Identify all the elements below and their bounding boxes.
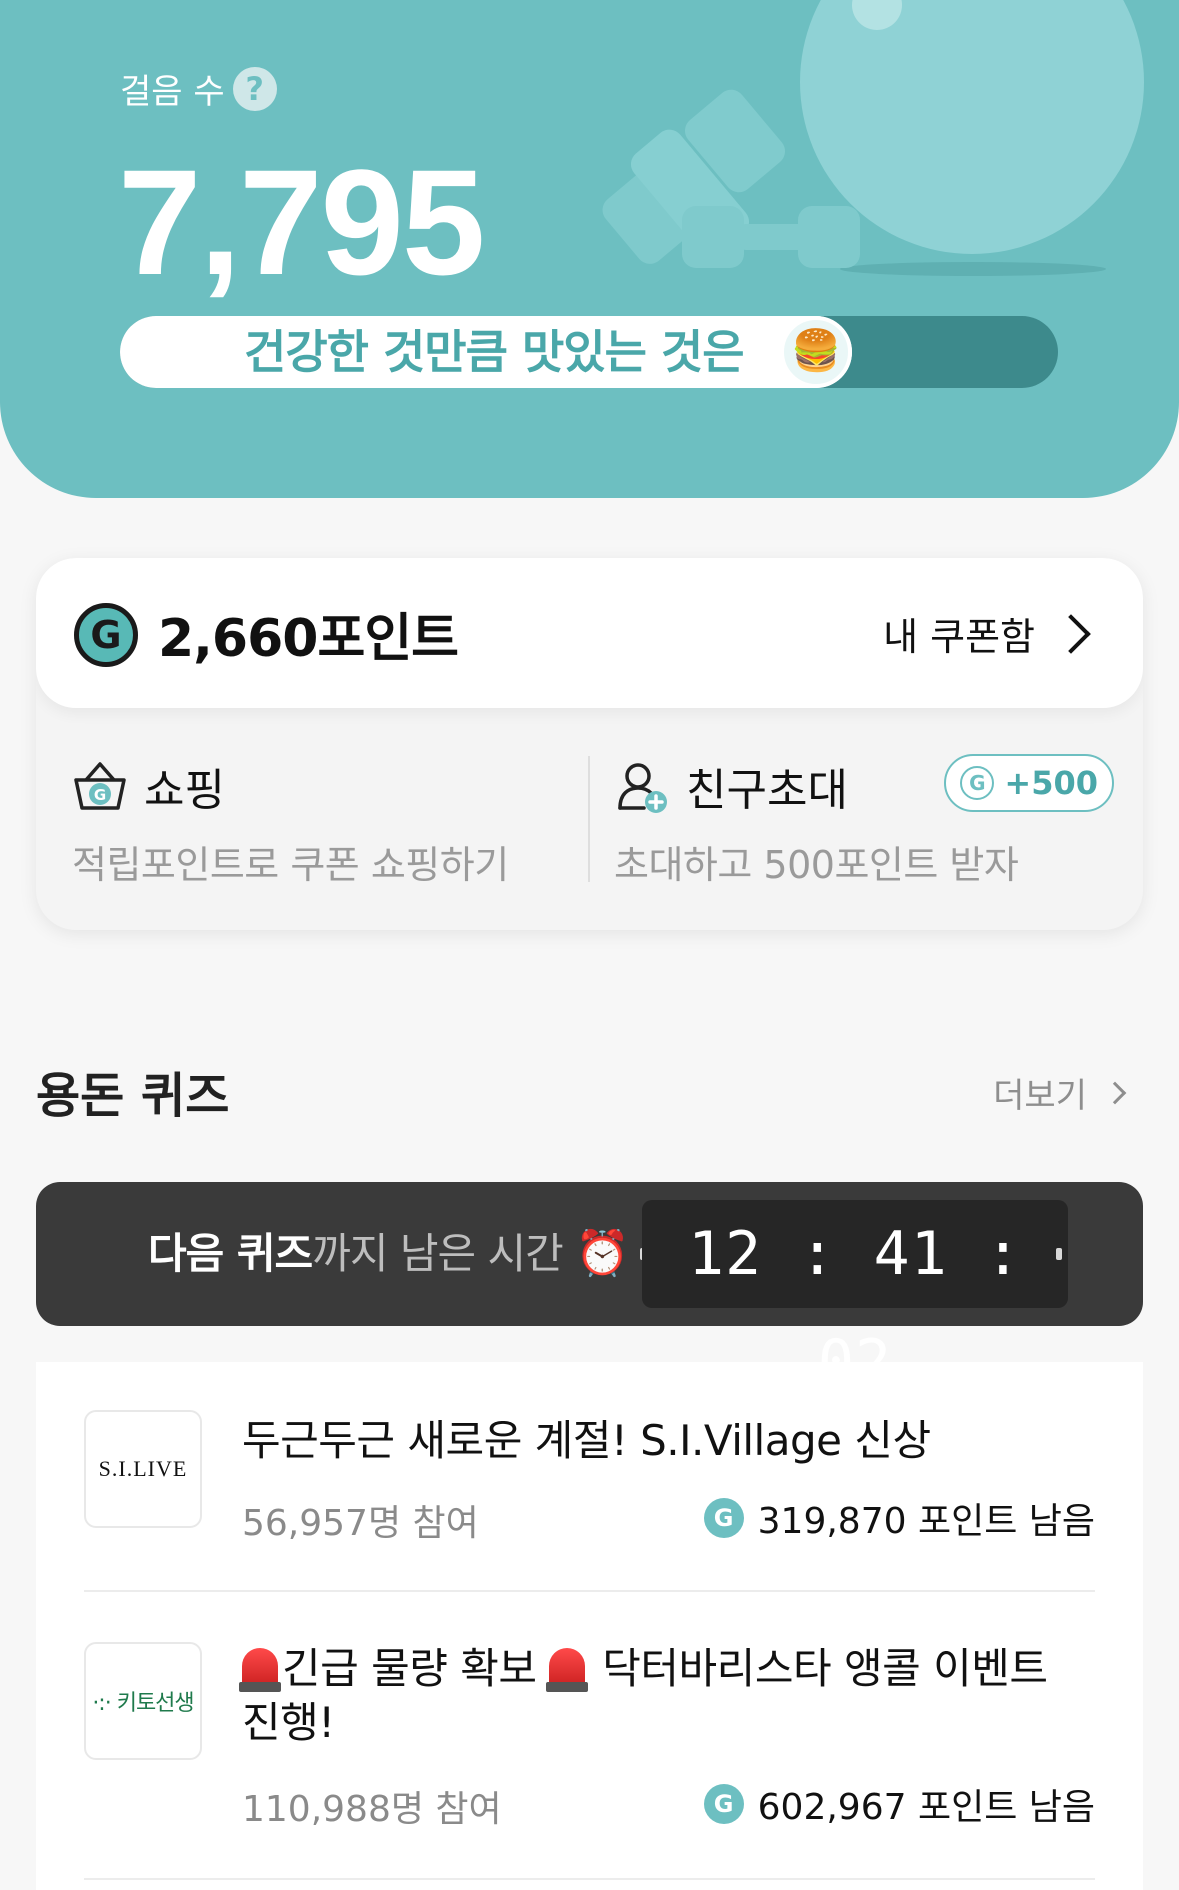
invite-subtitle: 초대하고 500포인트 받자 (614, 843, 1019, 887)
steps-label-text: 걸음 수 (120, 72, 225, 112)
g-coin-icon: G (74, 603, 138, 667)
participant-count: 56,957명 참여 (242, 1503, 479, 1544)
dumbbell-illustration (682, 206, 744, 268)
timer-caption: 다음 퀴즈까지 남은 시간 ⏰ (148, 1182, 630, 1326)
shopping-basket-icon: G (74, 762, 126, 810)
remaining-points-text: 319,870 포인트 남음 (757, 1501, 1095, 1542)
g-coin-icon: G (960, 766, 995, 800)
steps-count: 7,795 (118, 138, 485, 306)
quiz-title-part: 진행! (242, 1698, 335, 1747)
quiz-title-part: 긴급 물량 확보 (282, 1644, 537, 1693)
countdown-display: 12 : 41 : 02 (642, 1200, 1068, 1397)
timer-caption-bold: 다음 퀴즈 (148, 1229, 313, 1278)
invite-bonus-amount: +500 (1004, 764, 1098, 802)
chevron-right-icon (1051, 613, 1091, 654)
alarm-clock-icon: ⏰ (575, 1228, 630, 1279)
shopping-button[interactable]: G 쇼핑 적립포인트로 쿠폰 쇼핑하기 (72, 754, 592, 894)
quiz-list-item[interactable]: ·:· 키토선생 긴급 물량 확보 닥터바리스타 앵콜 이벤트 진행! 110,… (36, 1592, 1143, 1878)
help-icon[interactable]: ? (232, 66, 277, 111)
points-balance: 2,660포인트 (158, 609, 459, 669)
more-label: 더보기 (993, 1076, 1087, 1116)
quiz-title: 두근두근 새로운 계절! S.I.Village 신상 (242, 1416, 931, 1465)
remaining-points: G 602,967 포인트 남음 (703, 1778, 1095, 1830)
g-coin-icon: G (703, 1498, 744, 1538)
quiz-list: S.I.LIVE 두근두근 새로운 계절! S.I.Village 신상 56,… (36, 1362, 1143, 1890)
timer-caption-light: 까지 남은 시간 (312, 1229, 564, 1278)
brand-logo: S.I.LIVE (84, 1410, 202, 1528)
quiz-title-part: 닥터바리스타 앵콜 이벤트 (602, 1644, 1048, 1693)
quiz-title: 긴급 물량 확보 닥터바리스타 앵콜 이벤트 진행! (239, 1642, 1102, 1750)
brand-logo-text: ·:· 키토선생 (92, 1691, 194, 1716)
points-card: G 2,660포인트 내 쿠폰함 G 쇼핑 적립포인트로 쿠폰 쇼핑하기 친구초… (36, 558, 1143, 930)
invite-friends-button[interactable]: 친구초대 초대하고 500포인트 받자 G +500 (614, 754, 1114, 894)
brand-logo-text: S.I.LIVE (98, 1456, 188, 1481)
shopping-subtitle: 적립포인트로 쿠폰 쇼핑하기 (72, 843, 509, 887)
add-person-icon (618, 763, 667, 813)
section-title: 용돈 퀴즈 (36, 1068, 230, 1124)
dumbbell-illustration (798, 206, 860, 268)
burger-icon: 🍔 (780, 316, 852, 388)
brand-logo: ·:· 키토선생 (84, 1642, 202, 1760)
siren-icon (546, 1648, 589, 1692)
shopping-title: 쇼핑 (144, 765, 225, 816)
my-coupons-label: 내 쿠폰함 (883, 615, 1035, 659)
my-coupons-button[interactable]: 내 쿠폰함 (883, 606, 1095, 661)
steps-label: 걸음 수 ? (120, 64, 277, 113)
steps-progress-bar: 건강한 것만큼 맛있는 것은 🍔 (120, 316, 1058, 388)
points-summary: G 2,660포인트 내 쿠폰함 (36, 558, 1143, 708)
svg-text:G: G (94, 786, 106, 804)
card-divider (588, 756, 590, 882)
participant-count: 110,988명 참여 (242, 1789, 502, 1830)
chevron-right-icon (1103, 1081, 1127, 1104)
divider (84, 1878, 1095, 1880)
invite-bonus-badge: G +500 (944, 754, 1114, 812)
timer-marker (1056, 1248, 1062, 1260)
remaining-points-text: 602,967 포인트 남음 (757, 1787, 1095, 1828)
invite-title: 친구초대 (686, 765, 848, 816)
remaining-points: G 319,870 포인트 남음 (703, 1492, 1095, 1544)
quiz-list-item[interactable]: S.I.LIVE 두근두근 새로운 계절! S.I.Village 신상 56,… (36, 1362, 1143, 1590)
progress-message: 건강한 것만큼 맛있는 것은 (244, 325, 745, 379)
steps-header: 걸음 수 ? 7,795 건강한 것만큼 맛있는 것은 🍔 (0, 0, 1179, 498)
next-quiz-timer: 다음 퀴즈까지 남은 시간 ⏰ 12 : 41 : 02 (36, 1182, 1143, 1397)
ball-shadow (840, 262, 1106, 276)
siren-icon (239, 1648, 281, 1692)
more-button[interactable]: 더보기 (993, 1068, 1127, 1117)
g-coin-icon: G (703, 1784, 744, 1824)
